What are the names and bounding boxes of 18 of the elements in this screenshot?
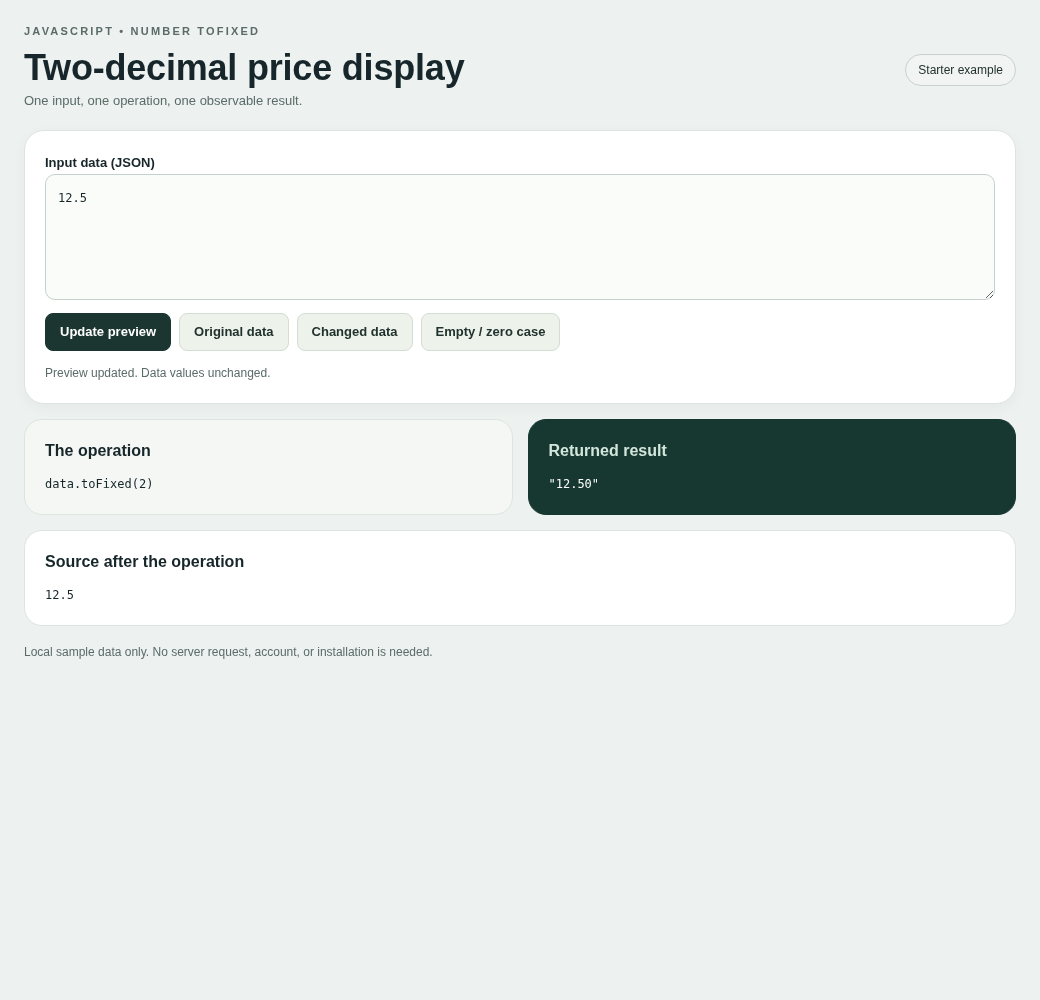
eyebrow-text: JAVASCRIPT • NUMBER TOFIXED bbox=[24, 24, 262, 39]
input-label: Input data (JSON) bbox=[45, 155, 156, 171]
status-message: Preview updated. Data values unchanged. bbox=[45, 365, 272, 381]
code-text: data.toFixed(2) bbox=[45, 476, 155, 492]
starter-example-badge: Starter example bbox=[905, 54, 1016, 86]
page-subtitle: One input, one operation, one observable result. bbox=[24, 92, 304, 110]
footer-note: Local sample data only. No server request, account, or installation is needed. bbox=[24, 644, 434, 660]
action-button[interactable]: Original data bbox=[179, 313, 289, 351]
card-title: The operation bbox=[45, 441, 152, 461]
action-button[interactable]: Changed data bbox=[296, 313, 413, 351]
json-input-field[interactable]: 12.5 bbox=[45, 174, 995, 300]
code-text: "12.50" bbox=[548, 476, 601, 492]
action-button[interactable]: Update preview bbox=[45, 313, 172, 351]
code-text: 12.5 bbox=[45, 587, 75, 603]
card-title: Source after the operation bbox=[45, 552, 246, 572]
card-title: Returned result bbox=[548, 441, 668, 461]
action-button[interactable]: Empty / zero case bbox=[420, 313, 561, 351]
page-title: Two-decimal price display bbox=[24, 46, 465, 90]
